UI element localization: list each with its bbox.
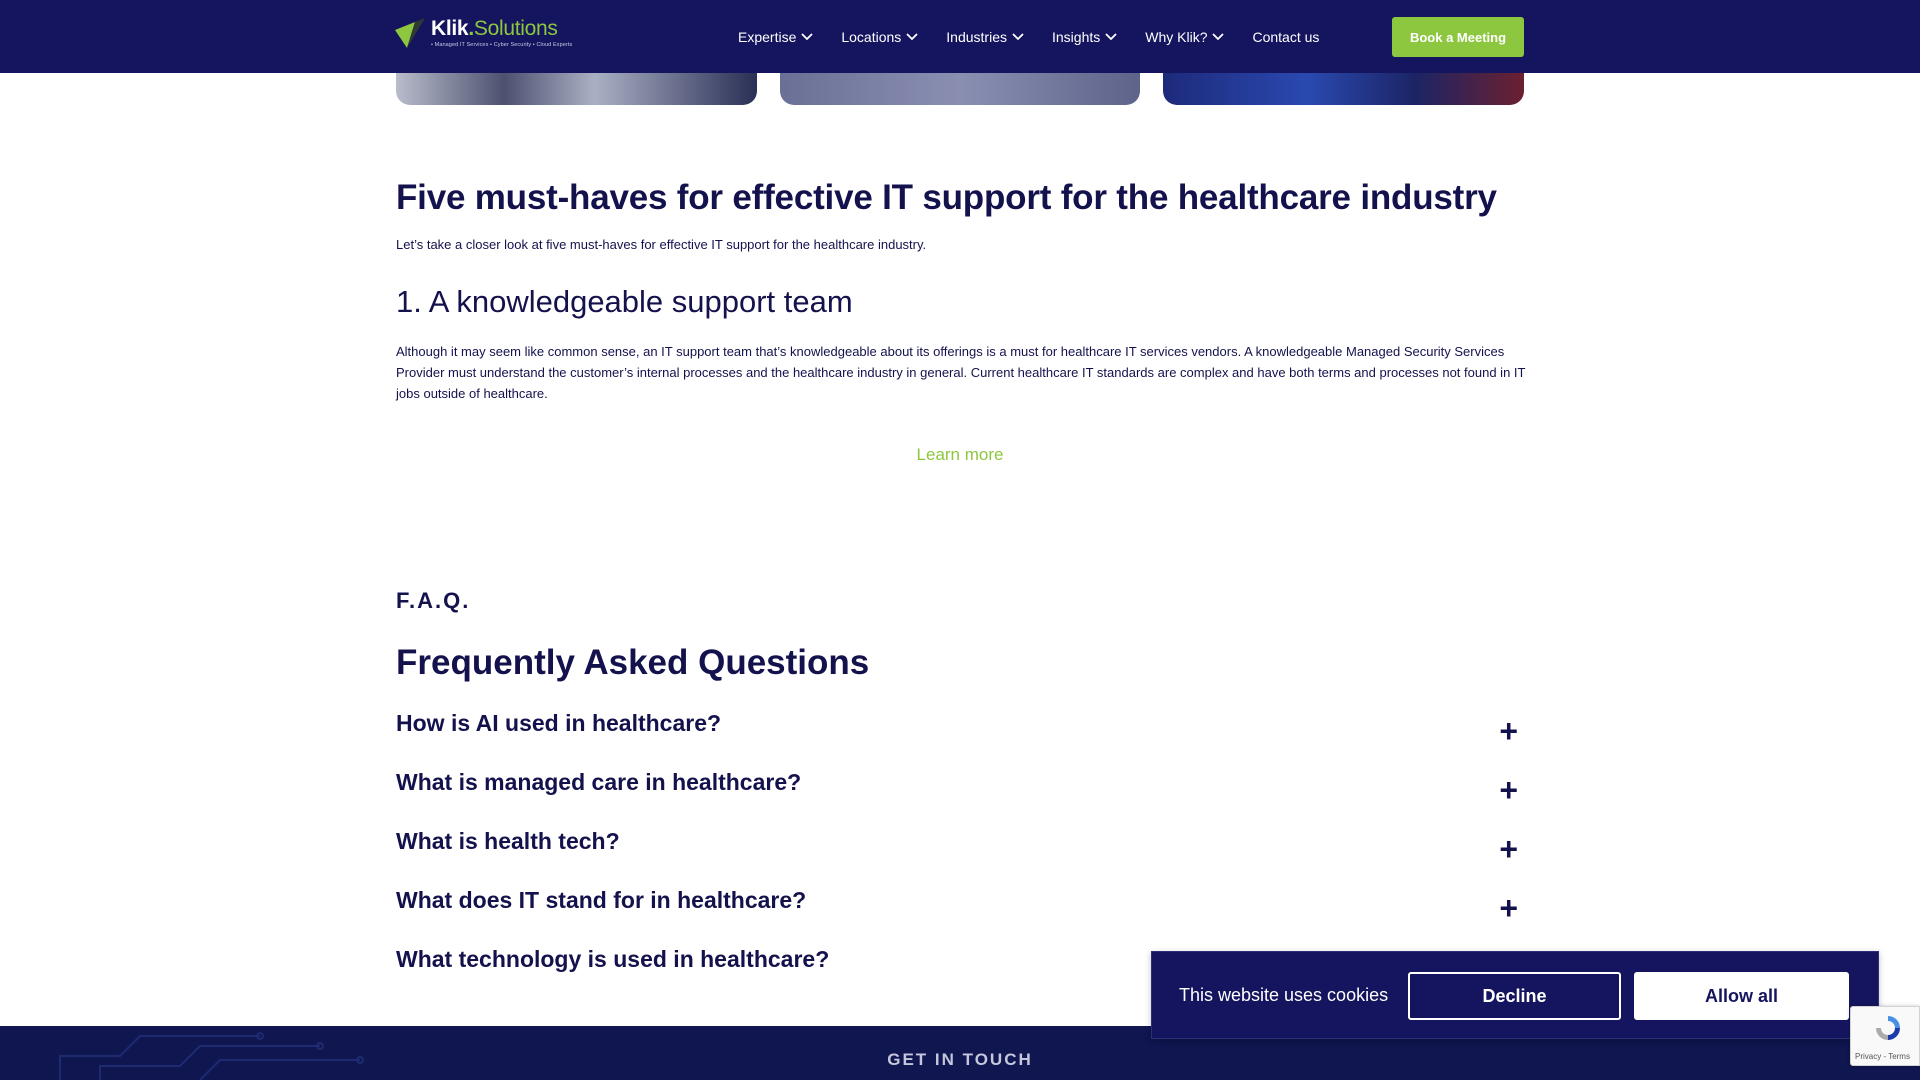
- nav-item-contact[interactable]: Contact us: [1252, 29, 1319, 45]
- plus-icon[interactable]: +: [1499, 715, 1518, 747]
- learn-more-link[interactable]: Learn more: [917, 445, 1004, 464]
- section-body: Although it may seem like common sense, …: [396, 344, 1526, 401]
- faq-kicker: F.A.Q.: [396, 588, 471, 613]
- faq-question[interactable]: How is AI used in healthcare?: [396, 710, 721, 737]
- faq-item[interactable]: What is managed care in healthcare? +: [396, 769, 1526, 828]
- faq-title: Frequently Asked Questions: [396, 643, 870, 682]
- recaptcha-badge[interactable]: Privacy - Terms: [1850, 1006, 1920, 1066]
- decline-cookies-button[interactable]: Decline: [1408, 972, 1621, 1020]
- chevron-down-icon: [801, 32, 813, 40]
- nav-item-locations[interactable]: Locations: [841, 29, 918, 45]
- logo-mark-icon: [393, 16, 427, 50]
- faq-item[interactable]: How is AI used in healthcare? +: [396, 710, 1526, 769]
- nav-item-why-klik[interactable]: Why Klik?: [1145, 29, 1225, 45]
- site-header: Klik.Solutions • Managed IT Services • C…: [0, 0, 1920, 73]
- book-meeting-button[interactable]: Book a Meeting: [1392, 17, 1524, 57]
- plus-icon[interactable]: +: [1499, 833, 1518, 865]
- chevron-down-icon: [906, 32, 918, 40]
- logo-tagline: • Managed IT Services • Cyber Security •…: [431, 42, 573, 48]
- plus-icon[interactable]: +: [1499, 774, 1518, 806]
- chevron-down-icon: [1212, 32, 1225, 40]
- cookie-message: This website uses cookies: [1179, 985, 1389, 1005]
- nav-item-insights[interactable]: Insights: [1052, 29, 1117, 45]
- site-logo[interactable]: Klik.Solutions • Managed IT Services • C…: [393, 16, 572, 50]
- faq-item[interactable]: What does IT stand for in healthcare? +: [396, 887, 1526, 946]
- section-title: 1. A knowledgeable support team: [396, 284, 853, 319]
- faq-question[interactable]: What is managed care in healthcare?: [396, 769, 801, 796]
- nav-item-industries[interactable]: Industries: [946, 29, 1024, 45]
- faq-item[interactable]: What is health tech? +: [396, 828, 1526, 887]
- faq-question[interactable]: What does IT stand for in healthcare?: [396, 887, 806, 914]
- cookie-banner: This website uses cookies Decline Allow …: [1151, 951, 1879, 1039]
- article-intro: Let’s take a closer look at five must-ha…: [396, 237, 927, 252]
- chevron-down-icon: [1105, 32, 1117, 40]
- recaptcha-icon: [1876, 1016, 1900, 1040]
- main-nav: Expertise Locations Industries Insights …: [738, 0, 1344, 73]
- recaptcha-links[interactable]: Privacy - Terms: [1855, 1052, 1910, 1061]
- plus-icon[interactable]: +: [1499, 892, 1518, 924]
- allow-all-cookies-button[interactable]: Allow all: [1634, 972, 1849, 1020]
- faq-question[interactable]: What is health tech?: [396, 828, 620, 855]
- faq-question[interactable]: What technology is used in healthcare?: [396, 946, 829, 973]
- get-in-touch-label: GET IN TOUCH: [887, 1050, 1033, 1069]
- logo-wordmark: Klik.Solutions: [431, 17, 558, 40]
- nav-item-expertise[interactable]: Expertise: [738, 29, 813, 45]
- chevron-down-icon: [1012, 32, 1024, 40]
- article-title: Five must-haves for effective IT support…: [396, 178, 1497, 217]
